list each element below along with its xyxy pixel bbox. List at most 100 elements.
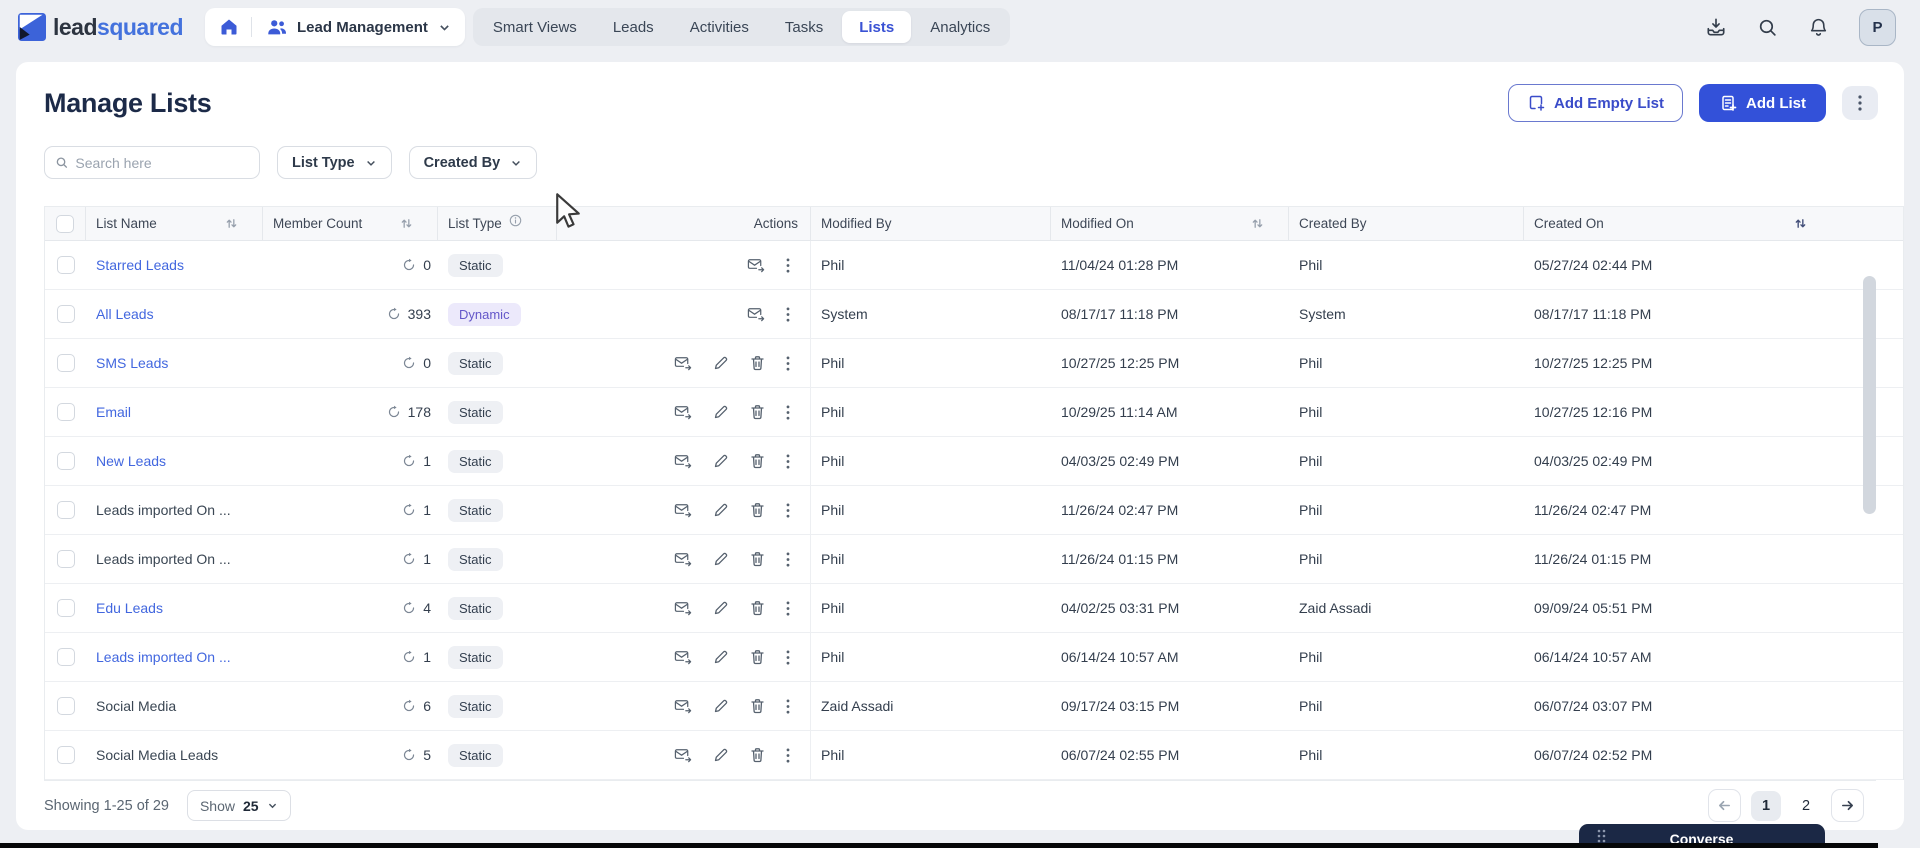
send-email-icon[interactable]: [747, 257, 765, 273]
header-member-count[interactable]: Member Count: [263, 207, 438, 240]
refresh-count-icon[interactable]: [402, 601, 416, 615]
delete-icon[interactable]: [750, 453, 765, 469]
send-email-icon[interactable]: [674, 355, 692, 371]
header-modified-by[interactable]: Modified By: [811, 207, 1051, 240]
more-actions-icon[interactable]: [786, 258, 790, 273]
refresh-count-icon[interactable]: [387, 405, 401, 419]
list-name[interactable]: All Leads: [96, 306, 154, 322]
row-checkbox[interactable]: [57, 648, 75, 666]
page-2-button[interactable]: 2: [1791, 791, 1821, 821]
user-avatar[interactable]: P: [1859, 9, 1896, 46]
delete-icon[interactable]: [750, 649, 765, 665]
edit-icon[interactable]: [713, 600, 729, 616]
more-actions-icon[interactable]: [786, 552, 790, 567]
header-list-name[interactable]: List Name: [86, 207, 263, 240]
list-name[interactable]: New Leads: [96, 453, 166, 469]
edit-icon[interactable]: [713, 698, 729, 714]
refresh-count-icon[interactable]: [402, 699, 416, 713]
list-name[interactable]: SMS Leads: [96, 355, 168, 371]
send-email-icon[interactable]: [674, 698, 692, 714]
header-modified-on[interactable]: Modified On: [1051, 207, 1289, 240]
page-size-select[interactable]: Show25: [187, 790, 291, 821]
created-by-filter[interactable]: Created By: [409, 146, 538, 179]
delete-icon[interactable]: [750, 355, 765, 371]
drag-grip-icon[interactable]: [1597, 829, 1606, 843]
chevron-down-icon[interactable]: [438, 21, 451, 34]
row-checkbox[interactable]: [57, 452, 75, 470]
refresh-count-icon[interactable]: [402, 454, 416, 468]
sort-icon[interactable]: [400, 217, 413, 230]
list-name[interactable]: Email: [96, 404, 131, 420]
row-checkbox[interactable]: [57, 599, 75, 617]
add-list-button[interactable]: Add List: [1699, 84, 1826, 122]
refresh-count-icon[interactable]: [402, 503, 416, 517]
row-checkbox[interactable]: [57, 697, 75, 715]
sort-icon[interactable]: [225, 217, 238, 230]
edit-icon[interactable]: [713, 747, 729, 763]
delete-icon[interactable]: [750, 551, 765, 567]
edit-icon[interactable]: [713, 453, 729, 469]
row-checkbox[interactable]: [57, 403, 75, 421]
more-options-button[interactable]: [1842, 86, 1878, 120]
delete-icon[interactable]: [750, 404, 765, 420]
add-empty-list-button[interactable]: Add Empty List: [1508, 84, 1683, 122]
search-lists-input[interactable]: [75, 155, 249, 171]
search-icon[interactable]: [1757, 17, 1778, 38]
send-email-icon[interactable]: [674, 404, 692, 420]
notifications-bell-icon[interactable]: [1808, 17, 1829, 38]
send-email-icon[interactable]: [674, 551, 692, 567]
next-page-button[interactable]: [1831, 789, 1864, 822]
row-checkbox[interactable]: [57, 305, 75, 323]
send-email-icon[interactable]: [674, 649, 692, 665]
tab-smart-views[interactable]: Smart Views: [476, 11, 594, 43]
row-checkbox[interactable]: [57, 550, 75, 568]
header-created-by[interactable]: Created By: [1289, 207, 1524, 240]
more-actions-icon[interactable]: [786, 454, 790, 469]
row-checkbox[interactable]: [57, 256, 75, 274]
more-actions-icon[interactable]: [786, 307, 790, 322]
more-actions-icon[interactable]: [786, 356, 790, 371]
more-actions-icon[interactable]: [786, 405, 790, 420]
list-name[interactable]: Starred Leads: [96, 257, 184, 273]
edit-icon[interactable]: [713, 551, 729, 567]
more-actions-icon[interactable]: [786, 601, 790, 616]
import-inbox-icon[interactable]: [1705, 16, 1727, 38]
edit-icon[interactable]: [713, 404, 729, 420]
refresh-count-icon[interactable]: [402, 356, 416, 370]
info-icon[interactable]: [509, 214, 522, 227]
delete-icon[interactable]: [750, 600, 765, 616]
edit-icon[interactable]: [713, 649, 729, 665]
list-name[interactable]: Leads imported On ...: [96, 649, 231, 665]
send-email-icon[interactable]: [747, 306, 765, 322]
workspace-label[interactable]: Lead Management: [297, 19, 428, 36]
delete-icon[interactable]: [750, 747, 765, 763]
table-scrollbar[interactable]: [1863, 276, 1876, 514]
refresh-count-icon[interactable]: [387, 307, 401, 321]
send-email-icon[interactable]: [674, 453, 692, 469]
tab-activities[interactable]: Activities: [673, 11, 766, 43]
delete-icon[interactable]: [750, 502, 765, 518]
tab-tasks[interactable]: Tasks: [768, 11, 840, 43]
more-actions-icon[interactable]: [786, 503, 790, 518]
list-name[interactable]: Edu Leads: [96, 600, 163, 616]
leadsquared-logo[interactable]: leadsquared: [18, 13, 183, 41]
sort-icon-active[interactable]: [1794, 217, 1807, 230]
list-type-filter[interactable]: List Type: [277, 146, 392, 179]
select-all-checkbox[interactable]: [56, 215, 74, 233]
prev-page-button[interactable]: [1708, 789, 1741, 822]
more-actions-icon[interactable]: [786, 748, 790, 763]
header-list-type[interactable]: List Type: [438, 207, 557, 240]
send-email-icon[interactable]: [674, 502, 692, 518]
edit-icon[interactable]: [713, 502, 729, 518]
send-email-icon[interactable]: [674, 747, 692, 763]
refresh-count-icon[interactable]: [402, 748, 416, 762]
delete-icon[interactable]: [750, 698, 765, 714]
row-checkbox[interactable]: [57, 746, 75, 764]
refresh-count-icon[interactable]: [402, 258, 416, 272]
home-icon[interactable]: [219, 17, 239, 37]
tab-lists[interactable]: Lists: [842, 11, 911, 43]
edit-icon[interactable]: [713, 355, 729, 371]
sort-icon[interactable]: [1251, 217, 1264, 230]
more-actions-icon[interactable]: [786, 699, 790, 714]
refresh-count-icon[interactable]: [402, 650, 416, 664]
